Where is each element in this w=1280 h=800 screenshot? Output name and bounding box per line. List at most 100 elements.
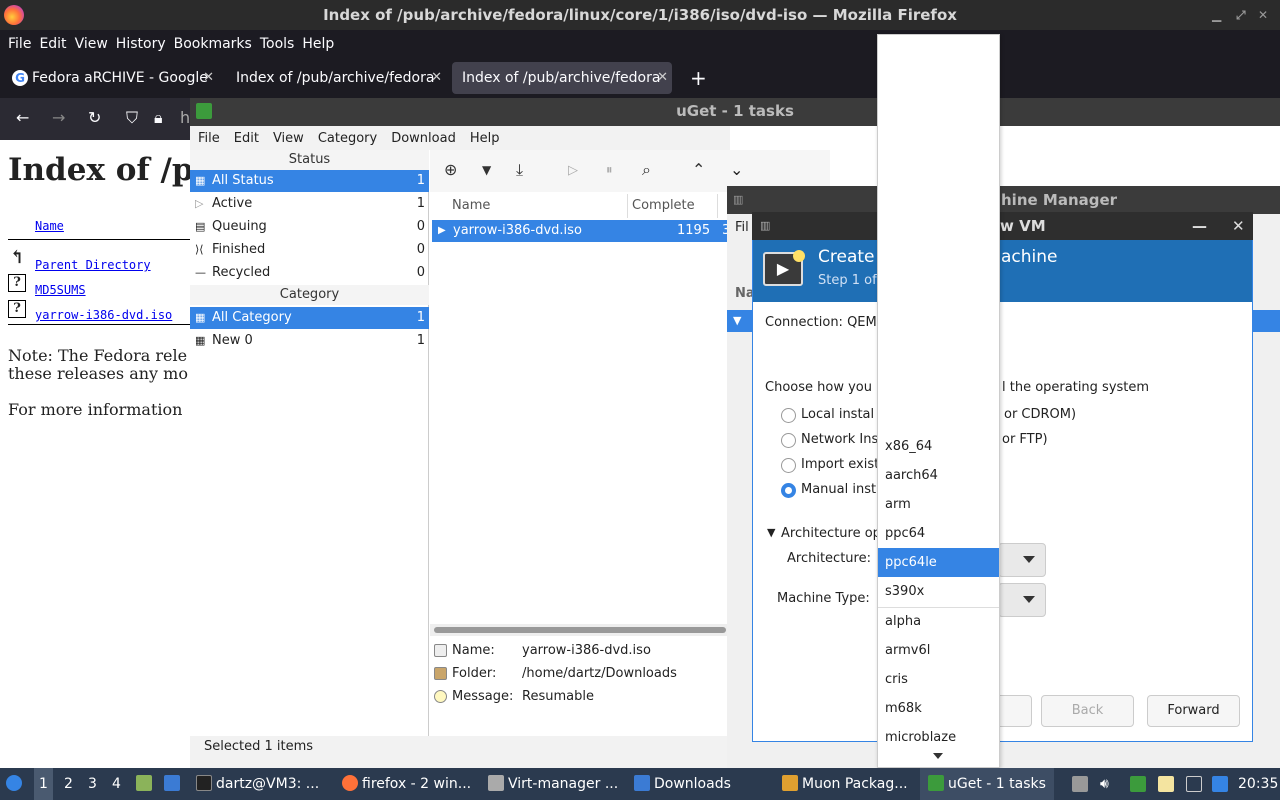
lock-icon[interactable]: 🔒︎: [154, 108, 163, 128]
menu-edit[interactable]: Edit: [35, 36, 70, 52]
tab-index-pub-archive-2[interactable]: Index of /pub/archive/fedora ✕: [452, 62, 672, 94]
task-firefox[interactable]: firefox - 2 win...: [342, 768, 471, 800]
task-terminal[interactable]: dartz@VM3: ...: [196, 768, 319, 800]
menu-tools[interactable]: Tools: [256, 36, 299, 52]
workspace-4[interactable]: 4: [112, 768, 121, 800]
status-queuing[interactable]: ▤ Queuing 0: [190, 216, 429, 238]
md5sums-link[interactable]: MD5SUMS: [35, 283, 86, 297]
scroll-down-icon[interactable]: [933, 753, 943, 759]
uget-menu-edit[interactable]: Edit: [234, 131, 259, 146]
maximize-icon[interactable]: ⤢: [1236, 0, 1246, 30]
url-bar[interactable]: h: [180, 108, 190, 127]
status-finished[interactable]: ⟩⟨ Finished 0: [190, 239, 429, 261]
task-downloads[interactable]: Downloads: [634, 768, 731, 800]
tab-close-icon[interactable]: ✕: [657, 62, 668, 94]
close-icon[interactable]: ✕: [1258, 0, 1268, 30]
task-uget[interactable]: uGet - 1 tasks: [920, 768, 1054, 800]
new-download-icon[interactable]: ⊕: [444, 160, 457, 179]
arch-option-microblaze[interactable]: microblaze: [878, 723, 999, 752]
tab-close-icon[interactable]: ✕: [203, 62, 214, 94]
menu-file[interactable]: File: [4, 36, 35, 52]
column-complete[interactable]: Complete: [628, 194, 718, 218]
uget-menu-view[interactable]: View: [273, 131, 304, 146]
architecture-combo[interactable]: [998, 543, 1046, 577]
scrollbar-thumb[interactable]: [434, 627, 726, 633]
parent-directory-link[interactable]: Parent Directory: [35, 258, 151, 272]
uget-menu-download[interactable]: Download: [391, 131, 456, 146]
arch-option-armv6l[interactable]: armv6l: [878, 636, 999, 665]
pause-icon[interactable]: ⏸︎: [606, 163, 613, 178]
clipboard-icon[interactable]: [1158, 776, 1174, 792]
iso-file-link[interactable]: yarrow-i386-dvd.iso: [35, 308, 172, 322]
option-manual-install[interactable]: Manual inst: [801, 482, 876, 497]
arch-option-ppc64[interactable]: ppc64: [878, 519, 999, 548]
arch-option-arm[interactable]: arm: [878, 490, 999, 519]
workspace-3[interactable]: 3: [88, 768, 97, 800]
move-down-icon[interactable]: ⌄: [730, 160, 743, 179]
tab-index-pub-archive-1[interactable]: Index of /pub/archive/fedora ✕: [226, 62, 446, 94]
task-muon[interactable]: Muon Packag...: [782, 768, 908, 800]
file-manager-icon[interactable]: [136, 768, 156, 800]
radio-network-install[interactable]: [781, 433, 796, 448]
machine-type-combo[interactable]: [998, 583, 1046, 617]
start-icon[interactable]: ▷: [568, 163, 578, 178]
trash-icon[interactable]: [1072, 776, 1088, 792]
back-icon[interactable]: ←: [16, 108, 29, 127]
properties-icon[interactable]: ⌕: [642, 160, 651, 180]
arch-option-s390x[interactable]: s390x: [878, 577, 999, 606]
horizontal-scrollbar[interactable]: [430, 624, 730, 636]
download-icon[interactable]: ⤓: [516, 160, 523, 180]
status-active[interactable]: ▷ Active 1: [190, 193, 429, 215]
tab-fedora-archive-google[interactable]: G Fedora aRCHIVE - Google ✕: [4, 62, 218, 94]
uget-menu-help[interactable]: Help: [470, 131, 500, 146]
start-menu-icon[interactable]: [6, 768, 26, 800]
status-all[interactable]: ▦ All Status 1: [190, 170, 429, 192]
move-up-icon[interactable]: ⌃: [692, 160, 705, 179]
forward-button[interactable]: Forward: [1147, 695, 1240, 727]
menu-bookmarks[interactable]: Bookmarks: [170, 36, 256, 52]
category-new-0[interactable]: ▦ New 0 1: [190, 330, 429, 352]
option-import-existing[interactable]: Import exist: [801, 457, 879, 472]
workspace-1[interactable]: 1: [34, 768, 53, 800]
menu-help[interactable]: Help: [298, 36, 338, 52]
vm-menu-file[interactable]: Fil: [735, 220, 749, 235]
minimize-icon[interactable]: —: [1192, 212, 1207, 240]
radio-manual-install[interactable]: [781, 483, 796, 498]
task-virt-manager[interactable]: Virt-manager ...: [488, 768, 618, 800]
column-name-link[interactable]: Name: [35, 219, 64, 233]
workspace-2[interactable]: 2: [64, 768, 73, 800]
arch-option-cris[interactable]: cris: [878, 665, 999, 694]
minimize-icon[interactable]: ▁: [1212, 0, 1221, 30]
desktop-icon[interactable]: [164, 768, 184, 800]
category-all[interactable]: ▦ All Category 1: [190, 307, 429, 329]
menu-history[interactable]: History: [112, 36, 170, 52]
shield-icon[interactable]: ⛉: [126, 108, 138, 128]
option-network-install[interactable]: Network Ins: [801, 432, 878, 447]
menu-view[interactable]: View: [71, 36, 112, 52]
arch-option-ppc64le[interactable]: ppc64le: [878, 548, 999, 577]
vm-selected-row-end[interactable]: [1253, 310, 1280, 332]
volume-icon[interactable]: 🔊︎: [1100, 776, 1116, 792]
chevron-down-icon[interactable]: ▼: [482, 163, 491, 177]
forward-icon[interactable]: →: [52, 108, 65, 127]
uget-tray-icon[interactable]: [1130, 776, 1146, 792]
arch-option-aarch64[interactable]: aarch64: [878, 461, 999, 490]
download-row[interactable]: ▶ yarrow-i386-dvd.iso 1195 MiB 3: [432, 220, 730, 260]
column-name[interactable]: Name: [448, 194, 628, 218]
uget-menu-category[interactable]: Category: [318, 131, 377, 146]
uget-menu-file[interactable]: File: [198, 131, 220, 146]
arch-option-m68k[interactable]: m68k: [878, 694, 999, 723]
radio-local-install[interactable]: [781, 408, 796, 423]
network-icon[interactable]: [1186, 776, 1202, 792]
option-local-install[interactable]: Local instal: [801, 407, 874, 422]
arch-option-alpha[interactable]: alpha: [878, 607, 999, 636]
close-icon[interactable]: ✕: [1232, 212, 1245, 240]
reload-icon[interactable]: ↻: [88, 108, 101, 127]
tab-close-icon[interactable]: ✕: [431, 62, 442, 94]
radio-import-existing[interactable]: [781, 458, 796, 473]
notification-icon[interactable]: [1212, 776, 1228, 792]
back-button[interactable]: Back: [1041, 695, 1134, 727]
arch-option-x86-64[interactable]: x86_64: [878, 432, 999, 461]
architecture-options-expander[interactable]: Architecture op: [781, 526, 881, 541]
new-tab-button[interactable]: +: [680, 62, 710, 94]
